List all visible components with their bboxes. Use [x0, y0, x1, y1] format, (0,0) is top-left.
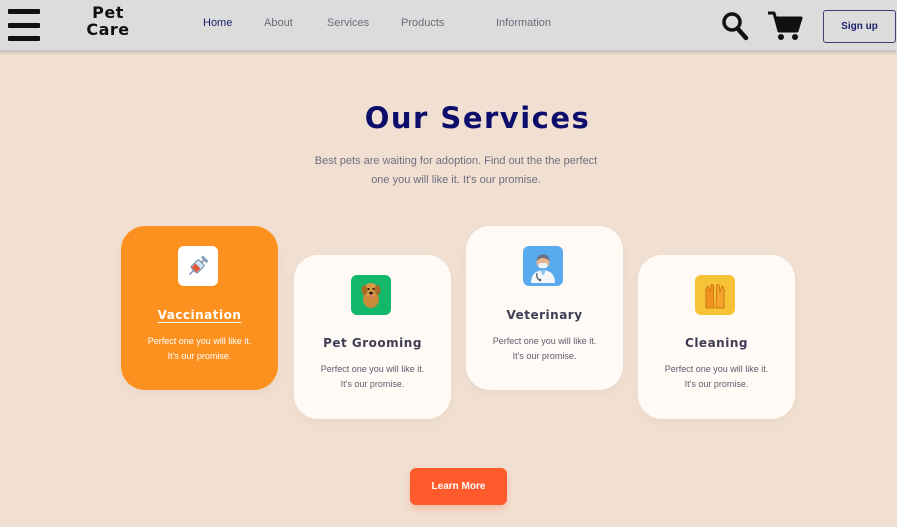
card-description: Perfect one you will like it. It's our p… [131, 334, 268, 364]
card-text-line-2: It's our promise. [684, 379, 749, 389]
logo-line-2: Care [86, 20, 130, 39]
service-card-veterinary[interactable]: Veterinary Perfect one you will like it.… [466, 226, 623, 390]
gloves-icon [695, 275, 735, 315]
card-text-line-1: Perfect one you will like it. [664, 364, 769, 374]
subtitle-line-1: Best pets are waiting for adoption. Find… [314, 155, 598, 167]
card-title: Veterinary [506, 308, 583, 322]
card-description: Perfect one you will like it. It's our p… [476, 334, 613, 364]
card-description: Perfect one you will like it. It's our p… [648, 362, 785, 392]
syringe-icon [178, 246, 218, 286]
service-card-vaccination[interactable]: Vaccination Perfect one you will like it… [121, 226, 278, 390]
nav-about[interactable]: About [264, 17, 293, 29]
nav-services[interactable]: Services [327, 17, 369, 29]
learn-more-button[interactable]: Learn More [410, 468, 507, 505]
card-text-line-1: Perfect one you will like it. [492, 336, 597, 346]
subtitle-line-2: one you will like it. It's our promise. [371, 174, 541, 186]
card-text-line-2: It's our promise. [167, 351, 232, 361]
card-text-line-2: It's our promise. [512, 351, 577, 361]
card-text-line-1: Perfect one you will like it. [320, 364, 425, 374]
nav-information[interactable]: Information [496, 17, 551, 29]
menu-bar [8, 22, 40, 28]
top-navbar: Pet Care Home About Services Products In… [0, 0, 897, 51]
card-title: Pet Grooming [323, 336, 422, 350]
card-text-line-1: Perfect one you will like it. [147, 336, 252, 346]
logo-line-1: Pet [92, 3, 124, 22]
cart-icon[interactable] [767, 10, 803, 42]
dog-icon [351, 275, 391, 315]
card-description: Perfect one you will like it. It's our p… [304, 362, 441, 392]
nav-home[interactable]: Home [203, 17, 232, 29]
logo[interactable]: Pet Care [82, 4, 134, 38]
search-icon[interactable] [721, 11, 749, 41]
card-text-line-2: It's our promise. [340, 379, 405, 389]
hamburger-menu-icon[interactable] [8, 9, 40, 41]
service-card-pet-grooming[interactable]: Pet Grooming Perfect one you will like i… [294, 255, 451, 419]
menu-bar [8, 36, 40, 41]
nav-products[interactable]: Products [401, 17, 444, 29]
section-subtitle: Best pets are waiting for adoption. Find… [296, 152, 616, 190]
menu-bar [8, 9, 40, 14]
section-title: Our Services [364, 101, 591, 135]
card-title: Cleaning [685, 336, 748, 350]
service-card-cleaning[interactable]: Cleaning Perfect one you will like it. I… [638, 255, 795, 419]
doctor-icon [523, 246, 563, 286]
card-title: Vaccination [157, 308, 242, 322]
signup-button[interactable]: Sign up [823, 10, 896, 43]
